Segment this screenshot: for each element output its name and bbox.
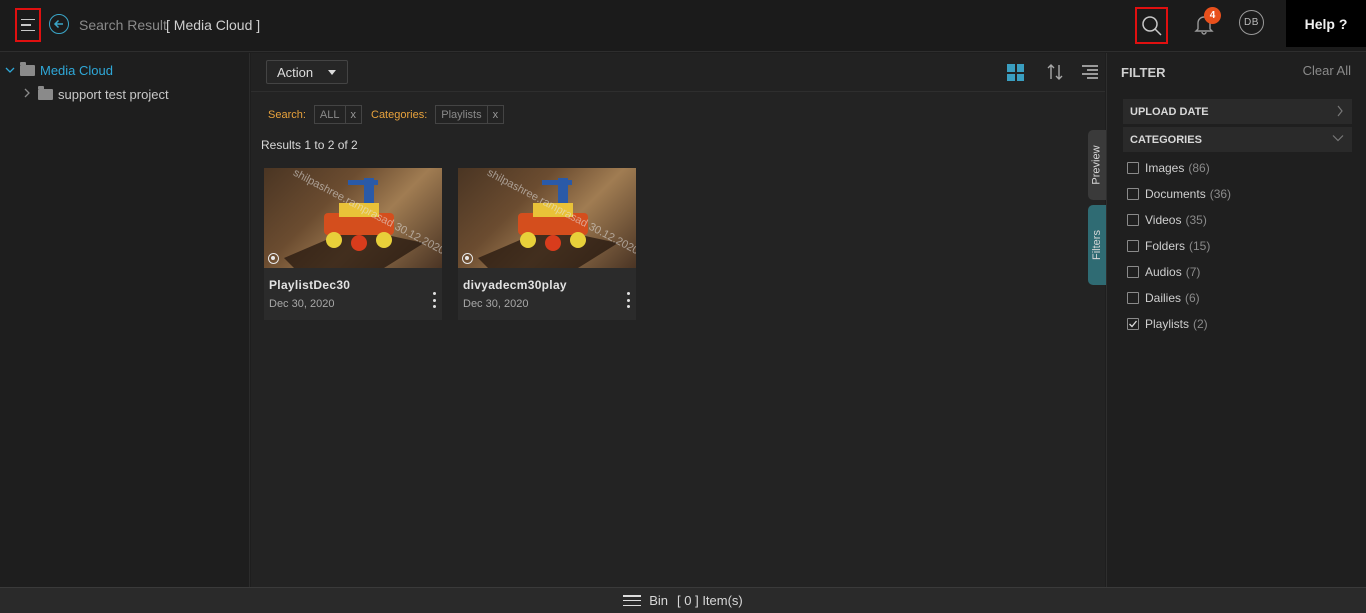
search-filter-chip: ALL x (313, 105, 362, 124)
list-view-icon[interactable] (1082, 65, 1098, 79)
action-dropdown[interactable]: Action (266, 60, 348, 84)
tab-filters[interactable]: Filters (1088, 205, 1106, 285)
more-options-icon[interactable] (431, 292, 437, 308)
grid-view-icon[interactable] (1007, 64, 1024, 81)
option-label: Images (1145, 161, 1185, 175)
back-arrow-icon[interactable] (49, 14, 69, 34)
option-count: (36) (1209, 187, 1232, 201)
chip-value: ALL (319, 108, 340, 121)
results-panel: Action Search: ALL x Categories: Playlis… (251, 53, 1106, 587)
search-icon[interactable] (1135, 7, 1168, 44)
tree-item-media-cloud[interactable]: Media Cloud (5, 62, 113, 78)
accordion-label: CATEGORIES (1130, 133, 1202, 146)
tab-preview[interactable]: Preview (1088, 130, 1106, 200)
tab-label: Preview (1091, 145, 1103, 185)
chevron-down-icon[interactable] (5, 65, 15, 77)
checkbox[interactable] (1127, 214, 1139, 226)
asset-thumbnail[interactable]: shilpashree.ramprasad 30.12.2020 (264, 168, 442, 268)
option-count: (2) (1193, 317, 1208, 331)
playlist-icon (268, 253, 279, 264)
sort-icon[interactable] (1046, 62, 1064, 82)
more-options-icon[interactable] (625, 292, 631, 308)
option-count: (6) (1185, 291, 1200, 305)
bin-label: Bin (649, 593, 669, 608)
categories-filter-chip: Playlists x (435, 105, 505, 124)
upload-date-accordion[interactable]: UPLOAD DATE (1123, 99, 1352, 124)
bin-bar[interactable]: Bin [ 0 ] Item(s) (0, 587, 1366, 613)
option-count: (7) (1185, 265, 1201, 279)
tab-label: Filters (1091, 230, 1104, 260)
tree-item-label: support test project (58, 87, 169, 102)
search-filter-label: Search: (268, 108, 306, 121)
breadcrumb-title: Search Result (79, 17, 167, 33)
category-option-playlists[interactable]: Playlists (2) (1127, 317, 1208, 331)
category-option-images[interactable]: Images (86) (1127, 161, 1210, 175)
chip-value: Playlists (441, 108, 482, 121)
clear-all-link[interactable]: Clear All (1303, 63, 1351, 78)
checkbox[interactable] (1127, 292, 1139, 304)
asset-card[interactable]: shilpashree.ramprasad 30.12.2020 Playlis… (264, 168, 442, 320)
checkbox[interactable] (1127, 188, 1139, 200)
avatar[interactable]: DB (1239, 10, 1264, 35)
asset-date: Dec 30, 2020 (269, 298, 335, 310)
category-option-videos[interactable]: Videos (35) (1127, 213, 1207, 227)
remove-filter-button[interactable]: x (486, 106, 504, 123)
categories-filter-label: Categories: (371, 108, 428, 121)
bin-count: [ 0 ] Item(s) (677, 593, 743, 608)
option-label: Documents (1145, 187, 1206, 201)
asset-title: PlaylistDec30 (269, 278, 351, 292)
chevron-down-icon (1332, 133, 1344, 145)
bin-menu-icon[interactable] (623, 595, 642, 606)
option-count: (86) (1188, 161, 1210, 175)
option-count: (35) (1185, 213, 1207, 227)
asset-title: divyadecm30play (463, 278, 567, 292)
filter-title: FILTER (1121, 65, 1166, 80)
checkbox[interactable] (1127, 266, 1139, 278)
asset-date: Dec 30, 2020 (463, 298, 529, 310)
folder-icon (20, 62, 35, 76)
breadcrumb-context: [ Media Cloud ] (166, 17, 261, 33)
chevron-right-icon[interactable] (23, 88, 33, 101)
category-option-folders[interactable]: Folders (15) (1127, 239, 1210, 253)
checkbox[interactable] (1127, 162, 1139, 174)
action-label: Action (277, 64, 314, 80)
category-option-audios[interactable]: Audios (7) (1127, 265, 1200, 279)
tree-item-label: Media Cloud (40, 63, 113, 78)
caret-down-icon (328, 70, 336, 75)
categories-accordion[interactable]: CATEGORIES (1123, 127, 1352, 152)
option-label: Audios (1145, 265, 1182, 279)
results-toolbar: Action (251, 53, 1105, 92)
folder-icon (38, 86, 53, 100)
applied-filters: Search: ALL x Categories: Playlists x (268, 105, 513, 124)
option-label: Videos (1145, 213, 1182, 227)
filter-panel: FILTER Clear All UPLOAD DATE CATEGORIES … (1106, 53, 1366, 587)
option-count: (15) (1189, 239, 1211, 253)
option-label: Playlists (1145, 317, 1190, 331)
category-option-documents[interactable]: Documents (36) (1127, 187, 1231, 201)
category-option-dailies[interactable]: Dailies (6) (1127, 291, 1200, 305)
checkbox[interactable] (1127, 240, 1139, 252)
results-count: Results 1 to 2 of 2 (261, 138, 358, 152)
top-bar: Search Result [ Media Cloud ] 4 DB Help … (0, 0, 1366, 52)
asset-thumbnail[interactable]: shilpashree.ramprasad 30.12.2020 (458, 168, 636, 268)
chevron-right-icon (1336, 105, 1344, 120)
help-button[interactable]: Help ? (1286, 0, 1366, 47)
menu-icon[interactable] (15, 8, 41, 42)
option-label: Dailies (1145, 291, 1182, 305)
accordion-label: UPLOAD DATE (1130, 105, 1209, 118)
option-label: Folders (1145, 239, 1186, 253)
checkbox-checked[interactable] (1127, 318, 1139, 330)
tree-item-support-test-project[interactable]: support test project (23, 86, 169, 102)
asset-card[interactable]: shilpashree.ramprasad 30.12.2020 divyade… (458, 168, 636, 320)
folder-tree-panel: Media Cloud support test project (0, 53, 250, 587)
playlist-icon (462, 253, 473, 264)
notification-badge: 4 (1204, 7, 1221, 24)
remove-filter-button[interactable]: x (344, 106, 362, 123)
